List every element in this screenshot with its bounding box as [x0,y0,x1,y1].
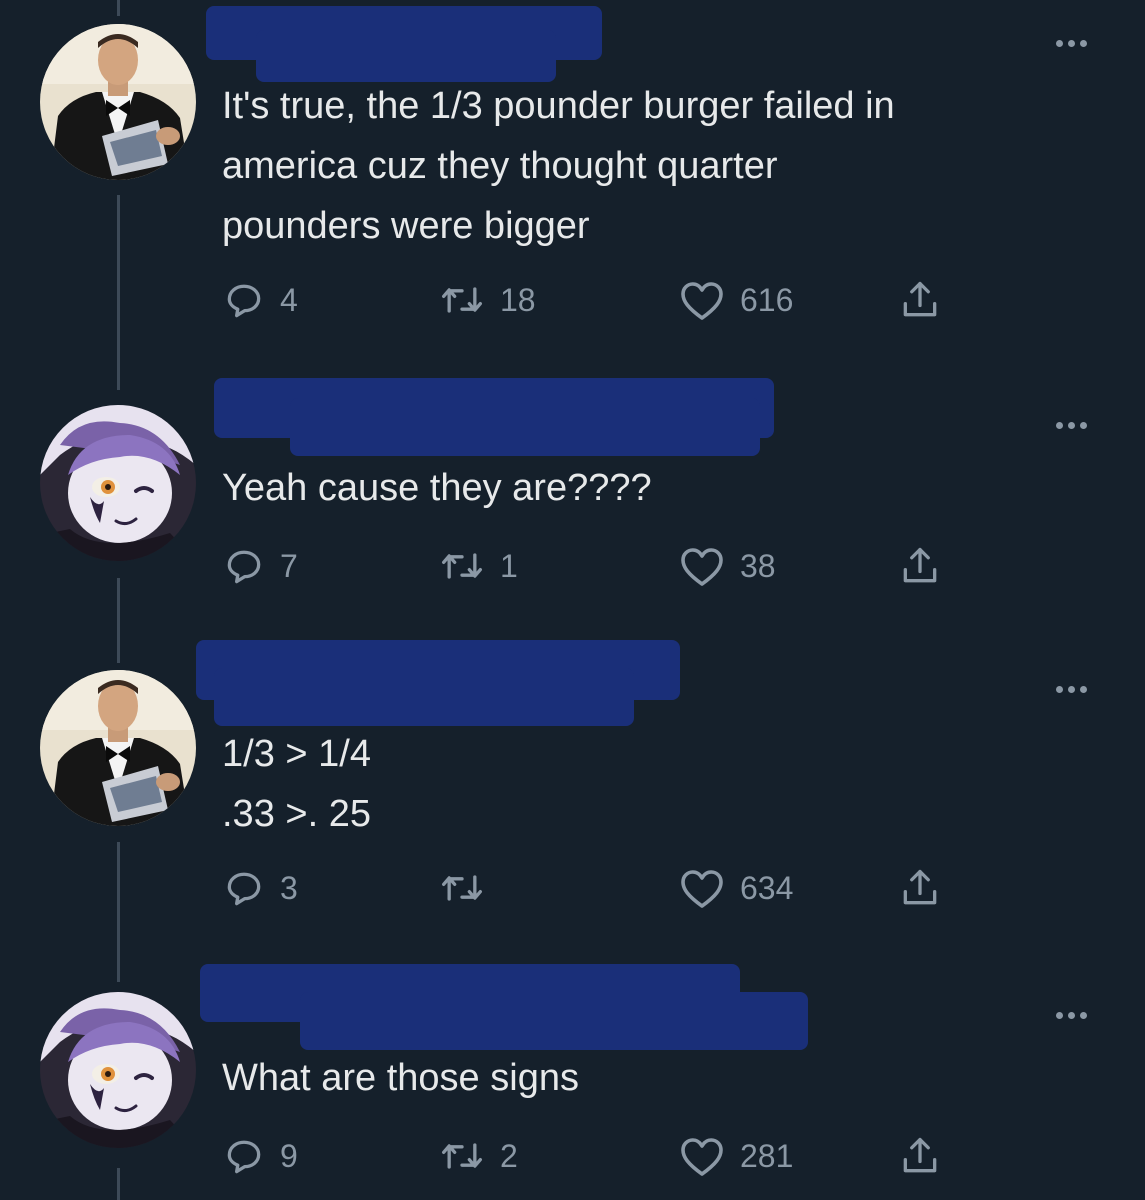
redacted-username [300,992,808,1050]
retweet-icon [442,1143,482,1169]
reply-button[interactable]: 4 [222,278,298,322]
share-icon [903,869,937,905]
like-count: 281 [740,1137,794,1174]
reply-button[interactable]: 7 [222,544,298,588]
more-options-icon[interactable] [1056,422,1087,429]
reply-icon [227,284,261,318]
retweet-count: 1 [500,547,518,584]
retweet-button[interactable] [438,866,500,910]
like-count: 634 [740,869,794,906]
tweet[interactable]: Yeah cause they are???? 7 1 38 [0,370,1145,640]
share-icon [903,547,937,583]
reply-count: 4 [280,281,298,318]
reply-button[interactable]: 3 [222,866,298,910]
avatar[interactable] [40,670,196,826]
retweet-count: 2 [500,1137,518,1174]
retweet-button[interactable]: 1 [438,544,518,588]
retweet-icon [442,287,482,313]
reply-icon [227,550,261,584]
retweet-button[interactable]: 18 [438,278,536,322]
heart-icon [681,870,723,908]
reply-count: 7 [280,547,298,584]
heart-icon [681,1138,723,1176]
like-button[interactable]: 281 [678,1134,793,1178]
reply-button[interactable]: 9 [222,1134,298,1178]
reply-count: 9 [280,1137,298,1174]
retweet-icon [442,875,482,901]
like-button[interactable]: 616 [678,278,793,322]
tweet-text: 1/3 > 1/4 .33 >. 25 [222,733,371,835]
more-options-icon[interactable] [1056,1012,1087,1019]
avatar[interactable] [40,992,196,1148]
tweet-text: Yeah cause they are???? [222,467,652,509]
retweet-count: 18 [500,281,536,318]
share-button[interactable] [898,1134,942,1178]
like-count: 38 [740,547,776,584]
tweet-actions: 9 2 281 [222,1134,962,1178]
redacted-username [214,668,634,726]
tweet-actions: 7 1 38 [222,544,962,588]
more-options-icon[interactable] [1056,40,1087,47]
tweet-text: It's true, the 1/3 pounder burger failed… [222,85,895,247]
anime-avatar [40,992,196,1148]
reply-icon [227,872,261,906]
share-button[interactable] [898,866,942,910]
heart-icon [681,548,723,586]
tweet-actions: 4 18 616 [222,278,962,322]
like-button[interactable]: 38 [678,544,776,588]
avatar[interactable] [40,405,196,561]
retweet-button[interactable]: 2 [438,1134,518,1178]
retweet-icon [442,553,482,579]
reply-count: 3 [280,869,298,906]
share-icon [903,1137,937,1173]
reply-icon [227,1140,261,1174]
like-button[interactable]: 634 [678,866,793,910]
more-options-icon[interactable] [1056,686,1087,693]
tweet[interactable]: What are those signs 9 2 281 [0,960,1145,1200]
anime-avatar [40,405,196,561]
tuxedo-man-avatar [40,670,196,826]
tweet[interactable]: It's true, the 1/3 pounder burger failed… [0,0,1145,370]
redacted-username [256,30,556,82]
avatar[interactable] [40,24,196,180]
share-icon [903,281,937,317]
heart-icon [681,282,723,320]
redacted-username [290,398,760,456]
share-button[interactable] [898,544,942,588]
tweet-text: What are those signs [222,1057,579,1099]
tweet-actions: 3 634 [222,866,962,910]
tuxedo-man-avatar [40,24,196,180]
like-count: 616 [740,281,794,318]
tweet[interactable]: 1/3 > 1/4 .33 >. 25 3 634 [0,640,1145,960]
share-button[interactable] [898,278,942,322]
